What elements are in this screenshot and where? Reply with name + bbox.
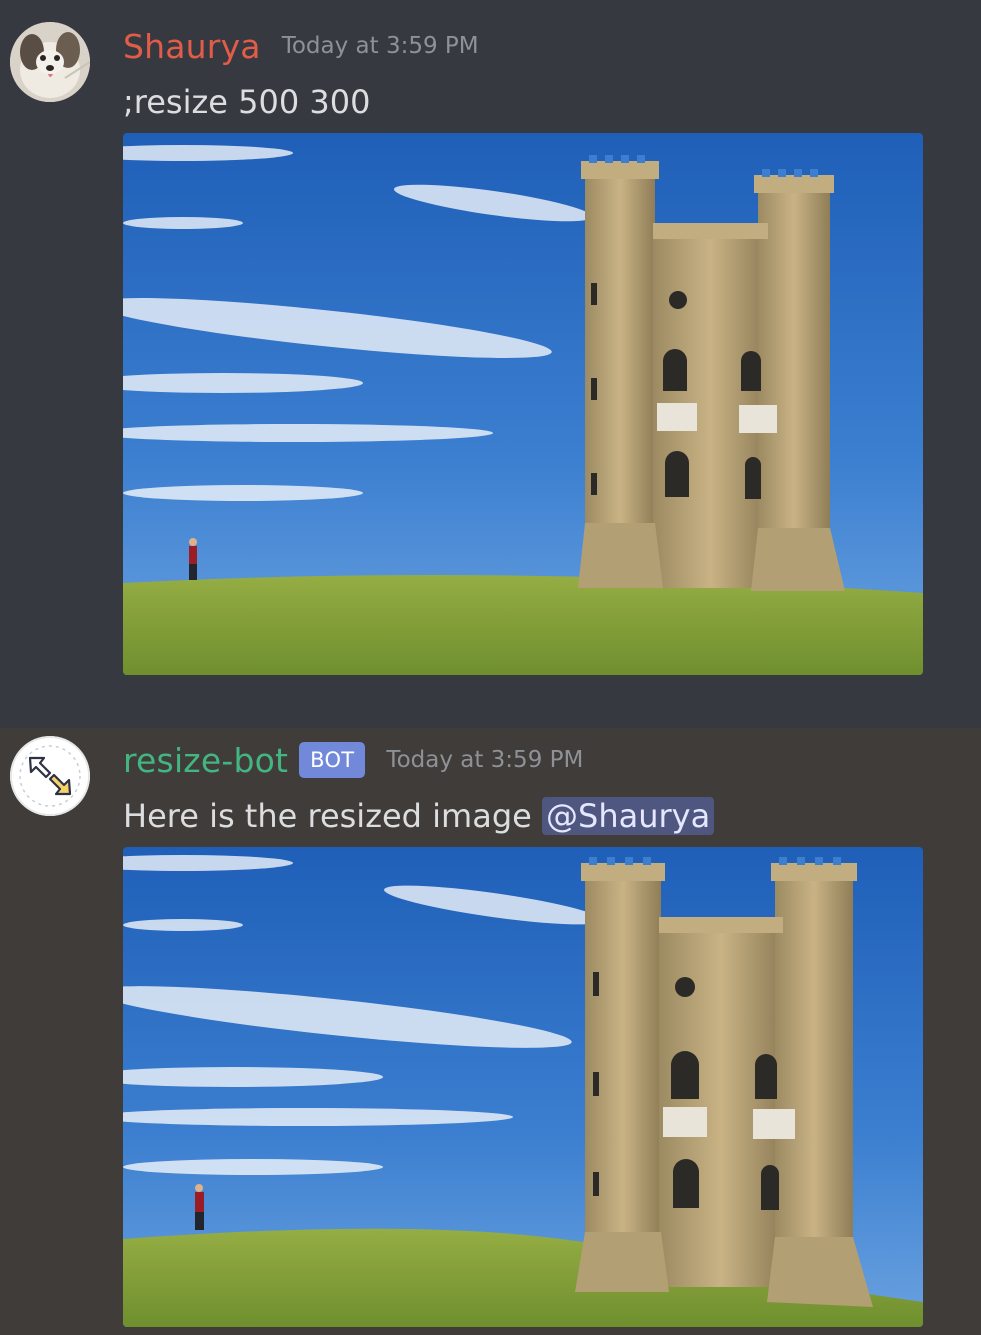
username[interactable]: Shaurya xyxy=(123,27,261,66)
avatar-resize-bot[interactable] xyxy=(10,736,90,816)
user-mention[interactable]: @Shaurya xyxy=(542,797,715,835)
dog-avatar-icon xyxy=(10,22,90,102)
castle-photo-original-image xyxy=(123,133,923,675)
message-header: Shaurya Today at 3:59 PM xyxy=(123,24,479,68)
bot-badge: BOT xyxy=(299,742,366,778)
resize-arrows-icon xyxy=(12,738,88,814)
image-attachment-resized[interactable] xyxy=(123,847,923,1327)
message-resize-bot: resize-bot BOT Today at 3:59 PM Here is … xyxy=(0,728,981,1335)
username[interactable]: resize-bot xyxy=(123,741,288,780)
castle-photo-resized-image xyxy=(123,847,923,1327)
message-text: ;resize 500 300 xyxy=(123,83,371,121)
timestamp: Today at 3:59 PM xyxy=(386,747,584,773)
message-shaurya: Shaurya Today at 3:59 PM ;resize 500 300 xyxy=(0,0,981,728)
timestamp: Today at 3:59 PM xyxy=(281,33,479,59)
message-text: Here is the resized image @Shaurya xyxy=(123,794,715,838)
image-attachment-original[interactable] xyxy=(123,133,923,675)
message-body: Here is the resized image xyxy=(123,797,532,835)
avatar-shaurya[interactable] xyxy=(10,22,90,102)
message-header: resize-bot BOT Today at 3:59 PM xyxy=(123,738,583,782)
